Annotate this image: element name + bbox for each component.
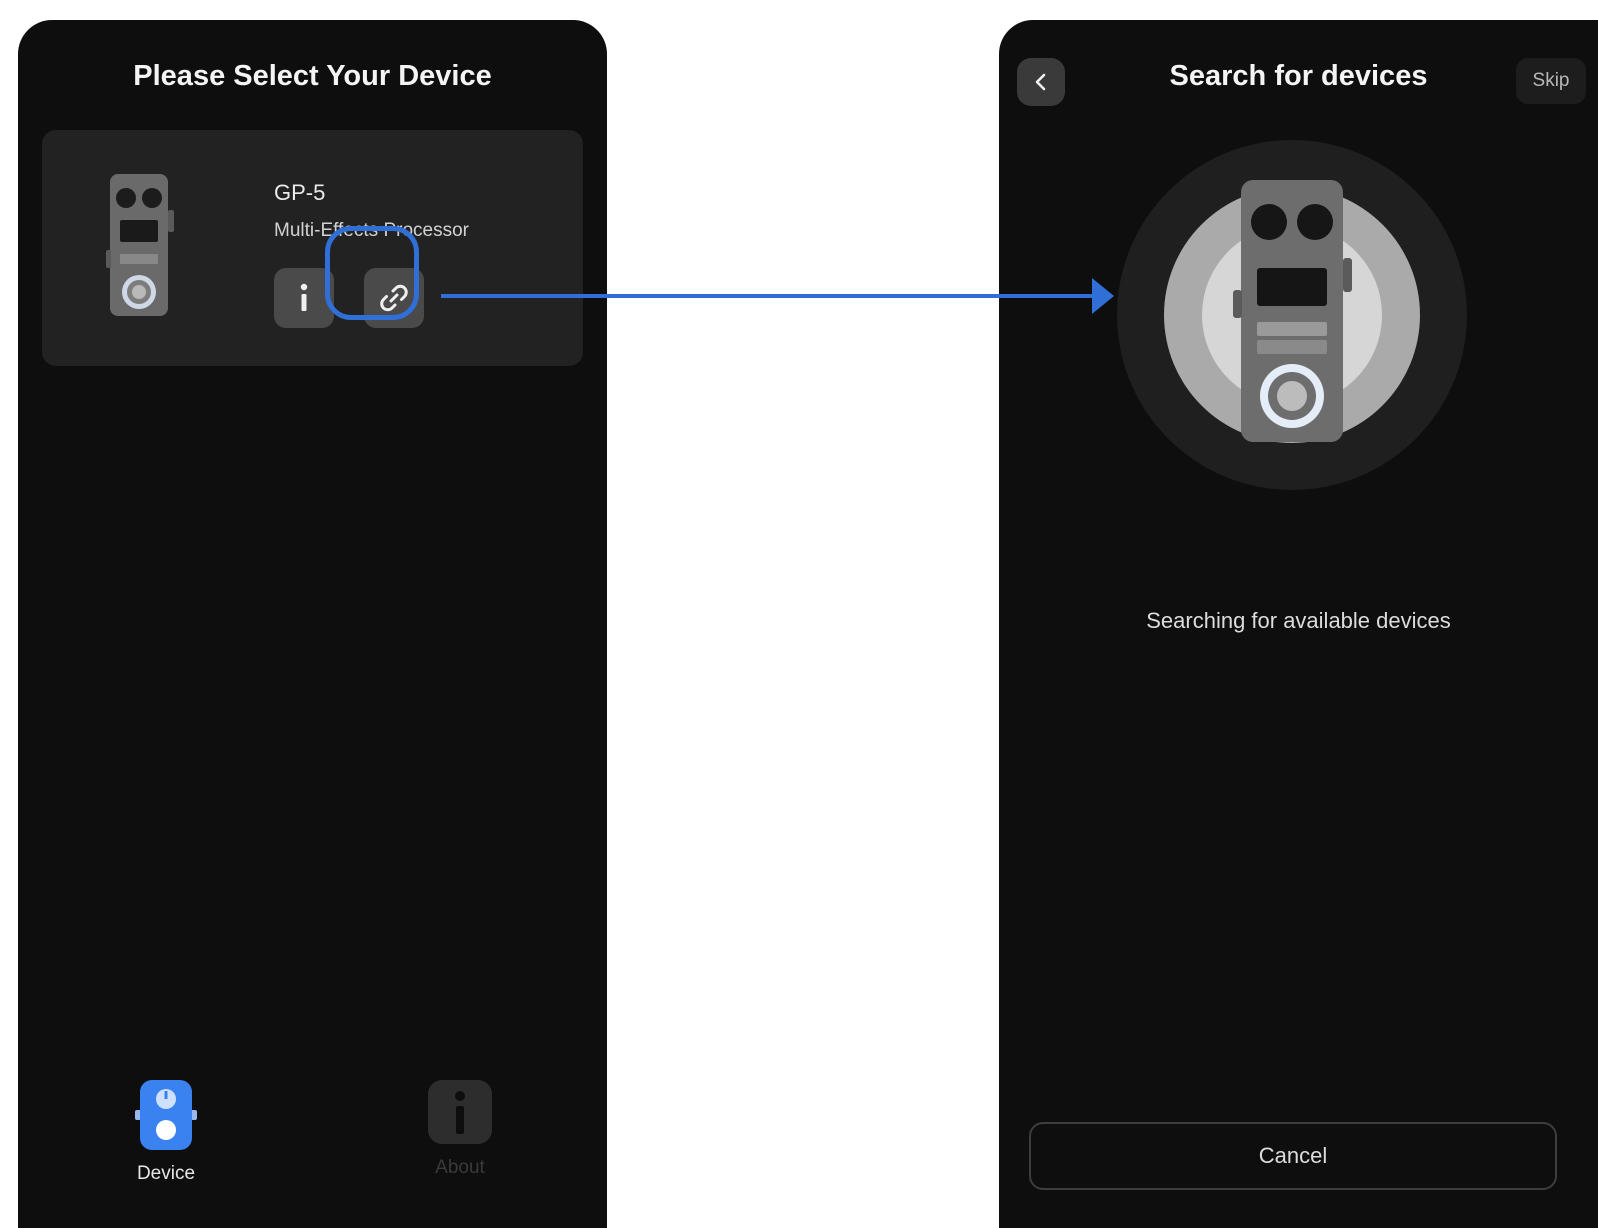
flow-arrow-icon — [441, 278, 1114, 314]
